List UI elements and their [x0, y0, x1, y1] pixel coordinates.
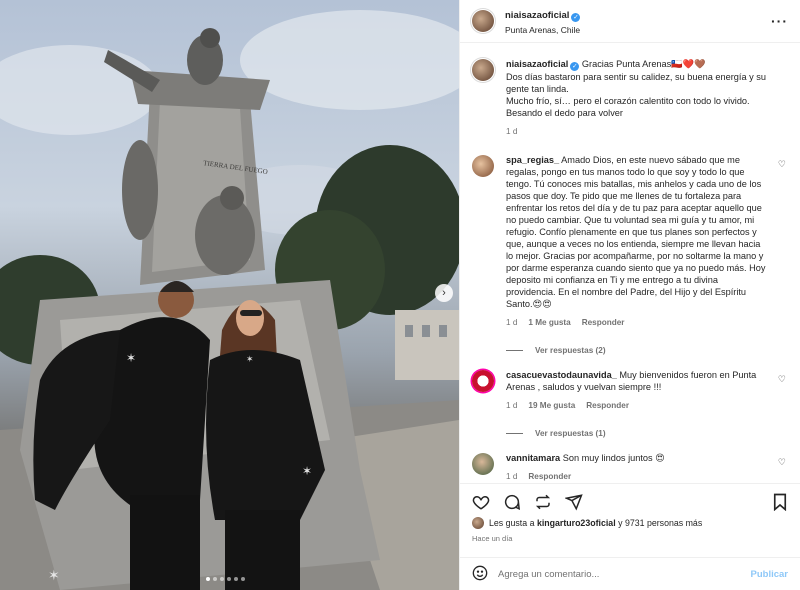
comment-likes[interactable]: 1 Me gusta: [528, 317, 570, 329]
more-options-icon[interactable]: ···: [771, 13, 788, 29]
photo-scene: TIERRA DEL FUEGO ✶ ✶ ✶ ✶: [0, 10, 459, 590]
view-replies-label: Ver respuestas (1): [535, 429, 606, 438]
carousel-dot-active: [206, 577, 210, 581]
repost-icon[interactable]: [534, 493, 552, 511]
svg-text:✶: ✶: [302, 464, 312, 478]
svg-text:✶: ✶: [48, 568, 60, 584]
reply-button[interactable]: Responder: [582, 317, 625, 329]
carousel-next-button[interactable]: ›: [435, 284, 453, 302]
likes-suffix[interactable]: y 9731 personas más: [618, 518, 702, 528]
comments-list[interactable]: niaisazaoficial ✓ Gracias Punta Arenas🇨🇱❤…: [460, 43, 800, 483]
carousel-dot: [213, 577, 217, 581]
comment-bubble-icon[interactable]: [503, 493, 521, 511]
likes-summary[interactable]: Les gusta a kingarturo23oficial y 9731 p…: [472, 517, 788, 529]
carousel-dot: [234, 577, 238, 581]
carousel-dot: [220, 577, 224, 581]
commenter-avatar[interactable]: [472, 155, 494, 177]
caption-line-1: Gracias Punta Arenas🇨🇱❤️🤎: [581, 59, 706, 69]
view-replies-button[interactable]: Ver respuestas (2): [506, 346, 788, 355]
likes-user[interactable]: kingarturo23oficial: [537, 518, 616, 528]
replies-divider: [506, 350, 523, 351]
replies-divider: [506, 433, 523, 434]
comment-text: Amado Dios, en este nuevo sábado que me …: [506, 155, 766, 309]
action-bar: [472, 489, 788, 515]
comment-item: spa_regias_ Amado Dios, en este nuevo sá…: [472, 154, 788, 329]
like-heart-icon[interactable]: [472, 493, 490, 511]
post-photo[interactable]: TIERRA DEL FUEGO ✶ ✶ ✶ ✶ ›: [0, 0, 459, 590]
comment-time[interactable]: 1 d: [506, 317, 517, 329]
comment-heart-icon[interactable]: ♡: [778, 159, 786, 170]
author-username[interactable]: niaisazaoficial: [505, 10, 569, 21]
author-avatar[interactable]: [472, 10, 494, 32]
liker-avatar: [472, 517, 484, 529]
chevron-right-icon: ›: [442, 287, 446, 299]
caption-username[interactable]: niaisazaoficial: [506, 59, 568, 69]
caption-time[interactable]: 1 d: [506, 126, 517, 138]
comment-username[interactable]: spa_regias_: [506, 155, 559, 165]
comment-input[interactable]: [498, 568, 751, 580]
view-replies-label: Ver respuestas (2): [535, 346, 606, 355]
emoji-smiley-icon[interactable]: [472, 565, 488, 584]
comment-username[interactable]: vannitamara: [506, 453, 560, 463]
carousel-dots: [206, 577, 245, 581]
comment-time[interactable]: 1 d: [506, 471, 517, 483]
reply-button[interactable]: Responder: [528, 471, 571, 483]
caption-line-3: Mucho frío, sí… pero el corazón calentit…: [506, 96, 750, 106]
carousel-dot: [241, 577, 245, 581]
view-replies-button[interactable]: Ver respuestas (1): [506, 429, 788, 438]
comment-item: vannitamara Son muy lindos juntos 😍 1 d …: [472, 452, 788, 483]
commenter-avatar[interactable]: [472, 370, 494, 392]
comment-heart-icon[interactable]: ♡: [778, 457, 786, 468]
caption-line-2: Dos días bastaron para sentir su calidez…: [506, 72, 766, 94]
post-side-panel: niaisazaoficial ✓ Punta Arenas, Chile ···…: [459, 0, 800, 590]
add-comment-bar: Publicar: [460, 557, 800, 590]
comment-text: Son muy lindos juntos 😍: [562, 453, 665, 463]
comment-username[interactable]: casacuevastodaunavida_: [506, 370, 617, 380]
post-header: niaisazaoficial ✓ Punta Arenas, Chile ···: [460, 0, 800, 43]
verified-badge-icon: ✓: [570, 62, 580, 71]
save-bookmark-icon[interactable]: [772, 493, 788, 511]
reply-button[interactable]: Responder: [586, 400, 629, 412]
publish-button[interactable]: Publicar: [751, 569, 789, 580]
post-location[interactable]: Punta Arenas, Chile: [505, 25, 580, 35]
caption-avatar[interactable]: [472, 59, 494, 81]
svg-text:✶: ✶: [246, 355, 254, 365]
caption-line-4: Besando el dedo para volver: [506, 108, 623, 118]
verified-badge-icon: ✓: [571, 13, 581, 22]
svg-text:✶: ✶: [126, 351, 136, 365]
commenter-avatar[interactable]: [472, 453, 494, 475]
post-actions: Les gusta a kingarturo23oficial y 9731 p…: [460, 483, 800, 543]
carousel-dot: [227, 577, 231, 581]
posted-time[interactable]: Hace un día: [472, 534, 788, 543]
comment-likes[interactable]: 19 Me gusta: [528, 400, 575, 412]
likes-prefix: Les gusta a: [489, 518, 535, 528]
share-send-icon[interactable]: [565, 493, 583, 511]
comment-time[interactable]: 1 d: [506, 400, 517, 412]
comment-item: casacuevastodaunavida_ Muy bienvenidos f…: [472, 369, 788, 412]
post-caption: niaisazaoficial ✓ Gracias Punta Arenas🇨🇱❤…: [472, 58, 788, 138]
comment-heart-icon[interactable]: ♡: [778, 374, 786, 385]
